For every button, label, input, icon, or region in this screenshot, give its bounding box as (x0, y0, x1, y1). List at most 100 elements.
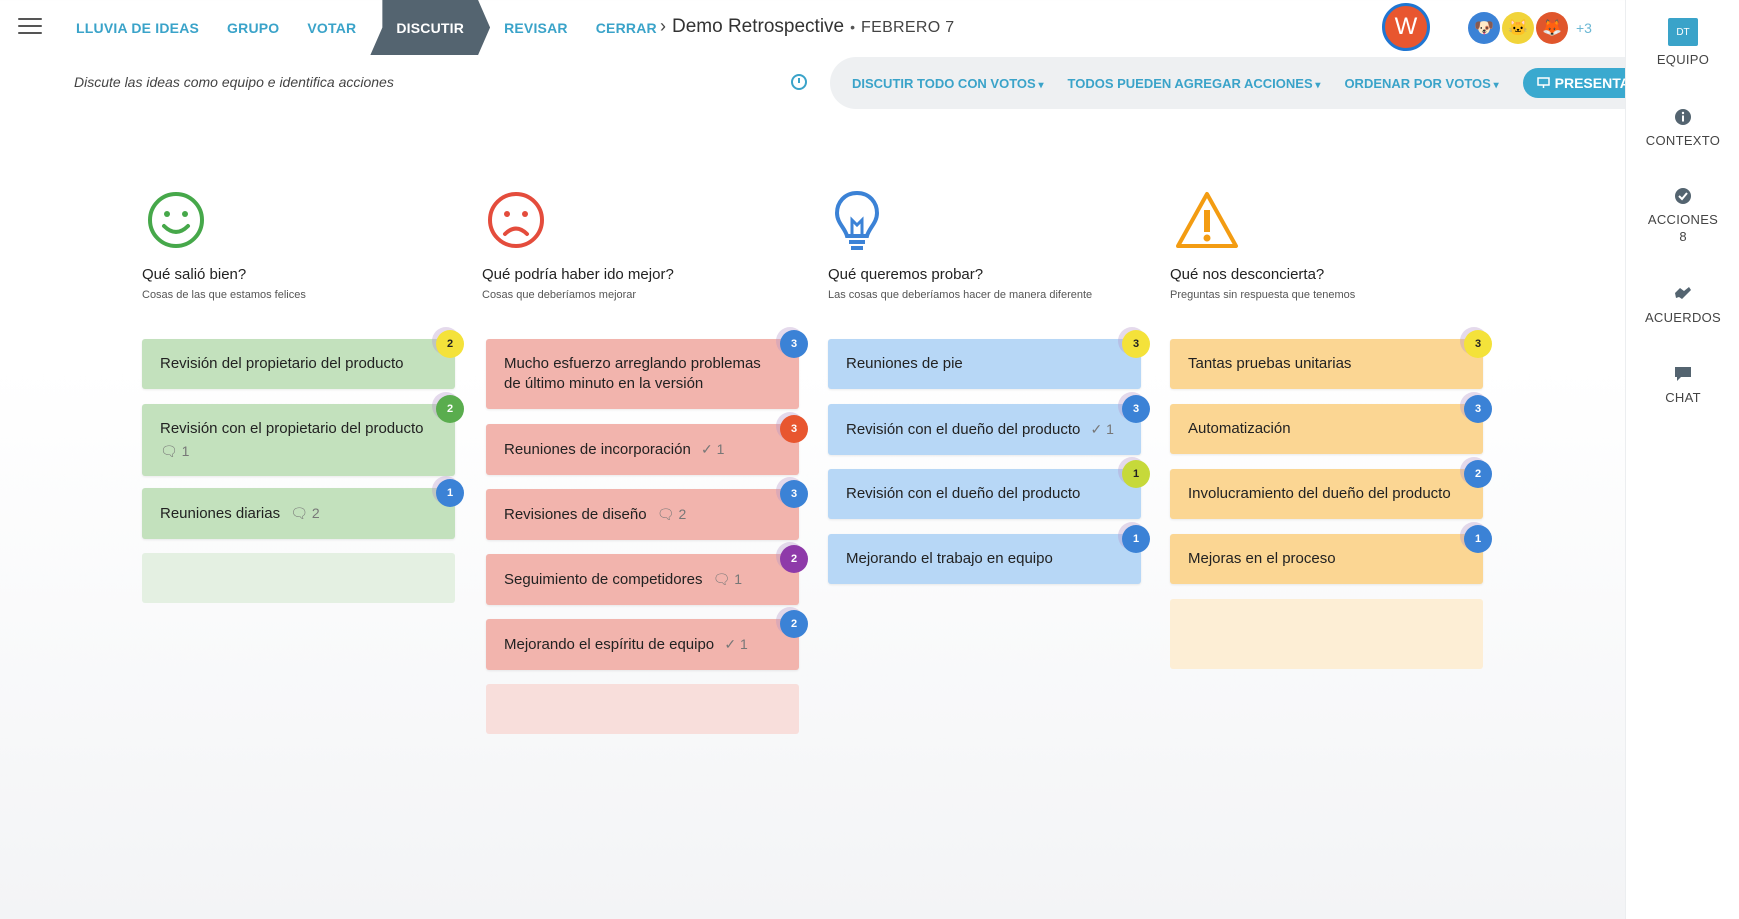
idea-card[interactable]: Reuniones diarias 🗨︎ 2 1 (142, 479, 464, 539)
sidebar-label-team: EQUIPO (1656, 52, 1710, 67)
add-card-placeholder[interactable] (142, 553, 455, 603)
vote-count-badge: 3 (1122, 395, 1150, 423)
participant-avatars[interactable]: 🐶 🐱 🦊 +3 (1468, 12, 1592, 44)
top-bar: LLUVIA DE IDEAS GRUPO VOTAR DISCUTIR REV… (0, 0, 1625, 55)
column-subtitle: Las cosas que deberíamos hacer de manera… (828, 289, 1093, 301)
sidebar-item-chat[interactable]: CHAT (1626, 364, 1739, 405)
add-card-placeholder[interactable] (486, 684, 799, 734)
column-subtitle: Cosas que deberíamos mejorar (482, 289, 637, 301)
add-actions-dropdown[interactable]: TODOS PUEDEN AGREGAR ACCIONES (1068, 76, 1321, 91)
card-text: Tantas pruebas unitarias (1188, 355, 1352, 372)
sidebar-label-context: CONTEXTO (1645, 133, 1721, 148)
idea-card[interactable]: Mejoras en el proceso 1 (1170, 525, 1492, 584)
step-vote[interactable]: VOTAR (293, 0, 370, 55)
card-text: Seguimiento de competidores (504, 571, 703, 588)
card-text: Revisiones de diseño (504, 506, 647, 523)
idea-card[interactable]: Seguimiento de competidores 🗨︎ 1 2 (486, 545, 808, 605)
idea-card[interactable]: Automatización 3 (1170, 395, 1492, 454)
retro-title: Demo Retrospective (672, 16, 845, 37)
step-close[interactable]: CERRAR (582, 0, 671, 55)
handshake-icon (1673, 284, 1693, 304)
right-sidebar: DT EQUIPO CONTEXTO ACCIONES 8 ACUERDOS C… (1625, 0, 1739, 919)
vote-count-badge: 1 (1464, 525, 1492, 553)
card-text: Reuniones de incorporación (504, 441, 691, 458)
column-title: Qué queremos probar? (828, 266, 984, 283)
sidebar-item-context[interactable]: CONTEXTO (1626, 107, 1739, 148)
retro-date: FEBRERO 7 (861, 19, 955, 36)
step-review[interactable]: REVISAR (490, 0, 582, 55)
idea-card[interactable]: Revisión con el dueño del producto ✓︎ 1 … (828, 395, 1150, 455)
timer-icon[interactable] (791, 74, 807, 90)
user-avatar[interactable]: W (1382, 3, 1430, 51)
check-circle-icon (1673, 186, 1693, 206)
comment-count: 🗨︎ 1 (712, 571, 743, 587)
column-puzzles-us: Qué nos desconcierta? Preguntas sin resp… (1170, 190, 1492, 669)
card-text: Mucho esfuerzo arreglando problemas de ú… (504, 355, 761, 392)
action-count: ✓︎ 1 (724, 636, 748, 652)
vote-count-badge: 2 (780, 545, 808, 573)
sidebar-label-actions: ACCIONES (1647, 212, 1719, 227)
sidebar-item-team[interactable]: DT EQUIPO (1626, 18, 1739, 67)
sidebar-item-agreements[interactable]: ACUERDOS (1626, 284, 1739, 325)
sidebar-label-chat: CHAT (1665, 390, 1701, 405)
cat-avatar-icon: 🐱 (1502, 12, 1534, 44)
screen-icon (1536, 77, 1550, 88)
idea-card[interactable]: Mejorando el espíritu de equipo ✓︎ 1 2 (486, 610, 808, 670)
step-discuss[interactable]: DISCUTIR (370, 0, 490, 55)
vote-count-badge: 3 (1464, 330, 1492, 358)
idea-card[interactable]: Revisión con el dueño del producto 1 (828, 460, 1150, 519)
card-text: Reuniones de pie (846, 355, 963, 372)
card-text: Revisión del propietario del producto (160, 355, 404, 372)
actions-count: 8 (1679, 229, 1687, 244)
idea-card[interactable]: Revisiones de diseño 🗨︎ 2 3 (486, 480, 808, 540)
card-text: Revisión con el dueño del producto (846, 421, 1081, 438)
team-badge: DT (1668, 18, 1698, 46)
idea-card[interactable]: Revisión con el propietario del producto… (142, 395, 464, 476)
card-text: Mejorando el espíritu de equipo (504, 636, 715, 653)
sidebar-item-actions[interactable]: ACCIONES 8 (1626, 186, 1739, 244)
step-group[interactable]: GRUPO (213, 0, 293, 55)
vote-count-badge: 2 (436, 330, 464, 358)
card-text: Mejorando el trabajo en equipo (846, 550, 1053, 567)
vote-count-badge: 3 (780, 330, 808, 358)
comment-count: 🗨︎ 2 (290, 505, 320, 521)
idea-card[interactable]: Reuniones de incorporación ✓︎ 1 3 (486, 415, 808, 475)
vote-count-badge: 2 (436, 395, 464, 423)
card-text: Mejoras en el proceso (1188, 550, 1336, 567)
card-text: Automatización (1188, 420, 1291, 437)
column-title: Qué nos desconcierta? (1170, 266, 1325, 283)
add-card-placeholder[interactable] (1170, 599, 1483, 669)
idea-card[interactable]: Reuniones de pie 3 (828, 330, 1150, 389)
vote-count-badge: 3 (1464, 395, 1492, 423)
idea-card[interactable]: Mejorando el trabajo en equipo 1 (828, 525, 1150, 584)
sort-dropdown[interactable]: ORDENAR POR VOTOS (1344, 76, 1498, 91)
idea-card[interactable]: Tantas pruebas unitarias 3 (1170, 330, 1492, 389)
sad-face-icon (486, 190, 802, 258)
info-icon (1673, 107, 1693, 127)
title-separator: • (850, 19, 856, 35)
idea-card[interactable]: Involucramiento del dueño del producto 2 (1170, 460, 1492, 519)
column-went-well: Qué salió bien? Cosas de las que estamos… (142, 190, 464, 603)
vote-count-badge: 3 (1122, 330, 1150, 358)
vote-count-badge: 1 (1122, 460, 1150, 488)
chat-icon (1673, 364, 1693, 384)
more-participants-count[interactable]: +3 (1576, 20, 1592, 36)
idea-card[interactable]: Mucho esfuerzo arreglando problemas de ú… (486, 330, 808, 409)
discuss-all-dropdown[interactable]: DISCUTIR TODO CON VOTOS (852, 76, 1044, 91)
vote-count-badge: 2 (1464, 460, 1492, 488)
vote-count-badge: 3 (780, 415, 808, 443)
hamburger-menu-icon[interactable] (18, 18, 42, 36)
vote-count-badge: 3 (780, 480, 808, 508)
sidebar-label-agreements: ACUERDOS (1644, 310, 1722, 325)
step-brainstorm[interactable]: LLUVIA DE IDEAS (62, 0, 213, 55)
idea-card[interactable]: Revisión del propietario del producto 2 (142, 330, 464, 389)
warning-icon (1174, 190, 1490, 258)
card-text: Reuniones diarias (160, 505, 281, 522)
dog-avatar-icon: 🐶 (1468, 12, 1500, 44)
column-could-be-better: Qué podría haber ido mejor? Cosas que de… (482, 190, 808, 734)
comment-count: 🗨︎ 1 (160, 443, 190, 459)
board-title: › Demo Retrospective • FEBRERO 7 (660, 16, 954, 38)
action-count: ✓︎ 1 (1090, 421, 1114, 437)
column-subtitle: Cosas de las que estamos felices (142, 289, 306, 301)
stage-description: Discute las ideas como equipo e identifi… (74, 74, 394, 90)
